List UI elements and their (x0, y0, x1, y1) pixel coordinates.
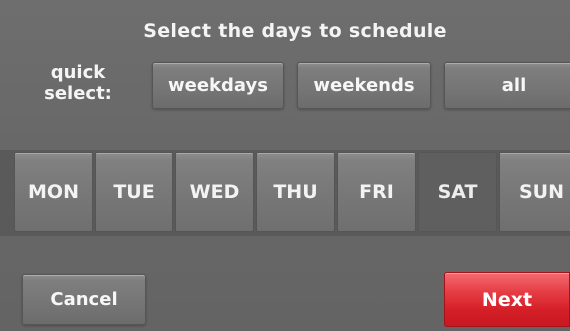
day-label-fri: FRI (359, 181, 394, 203)
day-button-sun[interactable]: SUN (499, 152, 570, 232)
cancel-button[interactable]: Cancel (22, 274, 146, 325)
day-button-thu[interactable]: THU (256, 152, 335, 232)
cancel-button-label: Cancel (50, 289, 118, 310)
page-title: Select the days to schedule (143, 20, 447, 42)
day-label-sun: SUN (518, 181, 564, 203)
quick-select-label-line2: select: (44, 83, 112, 104)
next-button[interactable]: Next (444, 272, 570, 327)
weekdays-button-label: weekdays (168, 75, 268, 96)
weekends-button-label: weekends (313, 75, 415, 96)
weekends-button[interactable]: weekends (297, 62, 431, 109)
next-button-label: Next (481, 288, 533, 311)
all-button[interactable]: all (444, 62, 570, 109)
day-label-sat: SAT (437, 181, 478, 203)
quick-select-label-line1: quick (50, 62, 106, 83)
weekdays-button[interactable]: weekdays (152, 62, 284, 109)
day-label-wed: WED (189, 181, 240, 203)
day-button-fri[interactable]: FRI (337, 152, 416, 232)
all-button-label: all (501, 75, 527, 96)
day-label-mon: MON (28, 181, 79, 203)
day-button-wed[interactable]: WED (175, 152, 254, 232)
day-label-tue: TUE (113, 181, 155, 203)
day-button-mon[interactable]: MON (14, 152, 93, 232)
schedule-days-screen: Select the days to schedule quick select… (0, 0, 570, 331)
day-button-sat[interactable]: SAT (418, 152, 497, 232)
quick-select-label: quick select: (22, 62, 134, 104)
day-label-thu: THU (273, 181, 318, 203)
day-button-tue[interactable]: TUE (95, 152, 173, 232)
